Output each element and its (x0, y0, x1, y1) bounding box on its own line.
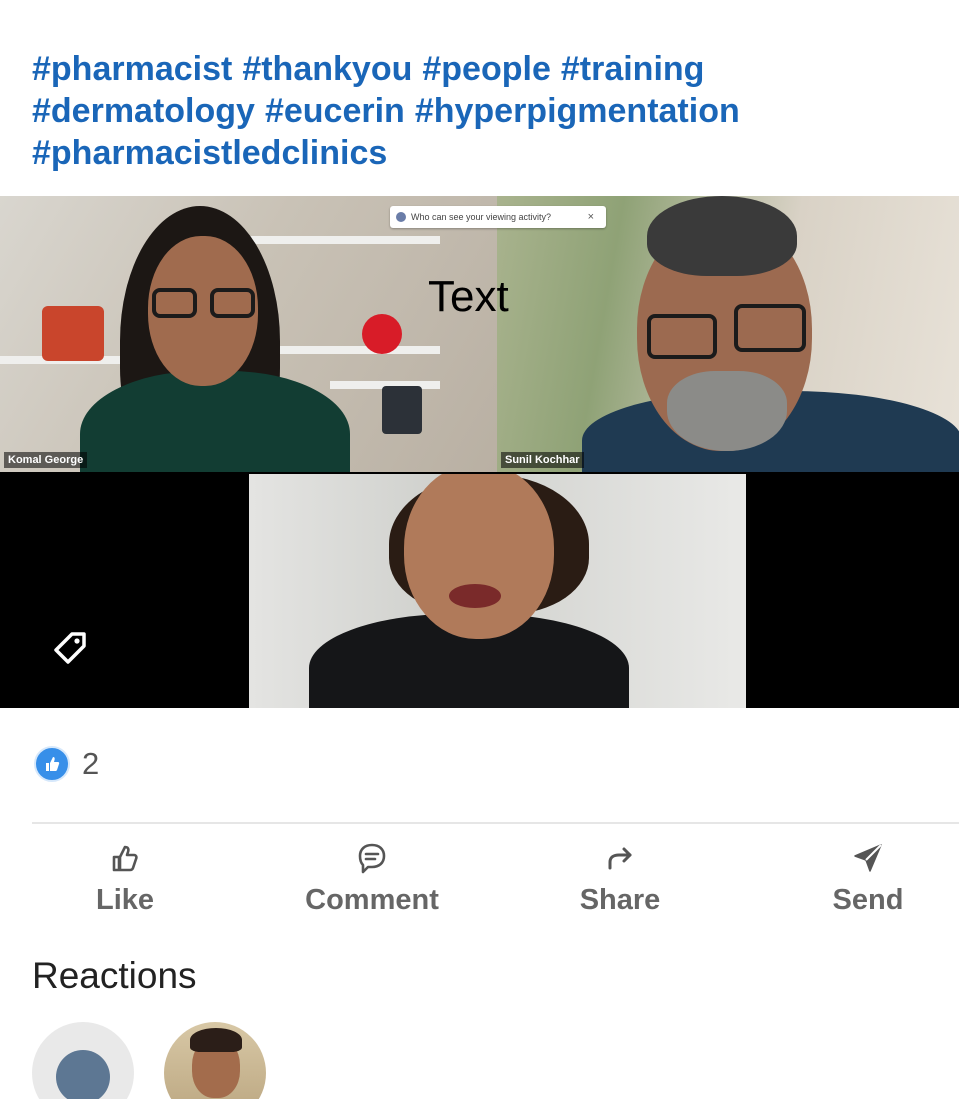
viewing-activity-prompt[interactable]: Who can see your viewing activity? × (390, 206, 606, 228)
overlay-text: Text (428, 272, 509, 321)
hashtag-link[interactable]: #people (422, 50, 550, 88)
social-action-bar: Like Comment Share Send (0, 838, 959, 928)
red-ball (362, 314, 402, 354)
send-button[interactable]: Send (768, 838, 959, 917)
hashtag-link[interactable]: #pharmacistledclinics (32, 134, 387, 172)
hashtag-link[interactable]: #thankyou (242, 50, 412, 88)
comment-label: Comment (305, 884, 439, 916)
post-video[interactable]: Komal George Sunil Kochhar Who can see y… (0, 196, 959, 708)
hashtag-link[interactable]: #pharmacist (32, 50, 232, 88)
like-reaction-icon (34, 746, 70, 782)
reactor-avatar[interactable] (164, 1022, 266, 1099)
hashtag-link[interactable]: #training (561, 50, 705, 88)
people-icon (396, 212, 406, 222)
reaction-summary[interactable]: 2 (34, 746, 99, 782)
viewing-activity-text: Who can see your viewing activity? (411, 212, 552, 222)
reactor-avatar[interactable] (32, 1022, 134, 1099)
like-button[interactable]: Like (25, 838, 225, 917)
hashtag-link[interactable]: #hyperpigmentation (415, 92, 740, 130)
reactions-heading: Reactions (32, 955, 197, 996)
close-icon[interactable]: × (588, 211, 594, 223)
reaction-count: 2 (82, 746, 100, 781)
hashtag-link[interactable]: #dermatology (32, 92, 255, 130)
participant-name: Komal George (4, 452, 88, 468)
divider (32, 822, 959, 824)
speaker (382, 386, 422, 434)
share-icon (608, 847, 632, 870)
send-label: Send (832, 884, 904, 916)
share-label: Share (579, 884, 661, 916)
participant-tile-speaker (249, 474, 746, 708)
post-text-tail (32, 0, 252, 6)
participant-name: Sunil Kochhar (501, 452, 584, 468)
share-button[interactable]: Share (520, 838, 720, 917)
default-avatar-icon (56, 1050, 110, 1099)
post-hashtags: #pharmacist #thankyou #people #training #de… (32, 48, 932, 174)
like-label: Like (95, 884, 155, 916)
send-icon (854, 844, 882, 872)
tag-icon[interactable] (52, 630, 88, 666)
orange-box (42, 306, 104, 361)
participant-tile-komal: Komal George (0, 196, 497, 472)
thumbs-up-icon (112, 845, 138, 872)
hashtag-link[interactable]: #eucerin (265, 92, 405, 130)
comment-icon (358, 843, 386, 874)
participant-tile-sunil: Sunil Kochhar (497, 196, 959, 472)
comment-button[interactable]: Comment (272, 838, 472, 917)
